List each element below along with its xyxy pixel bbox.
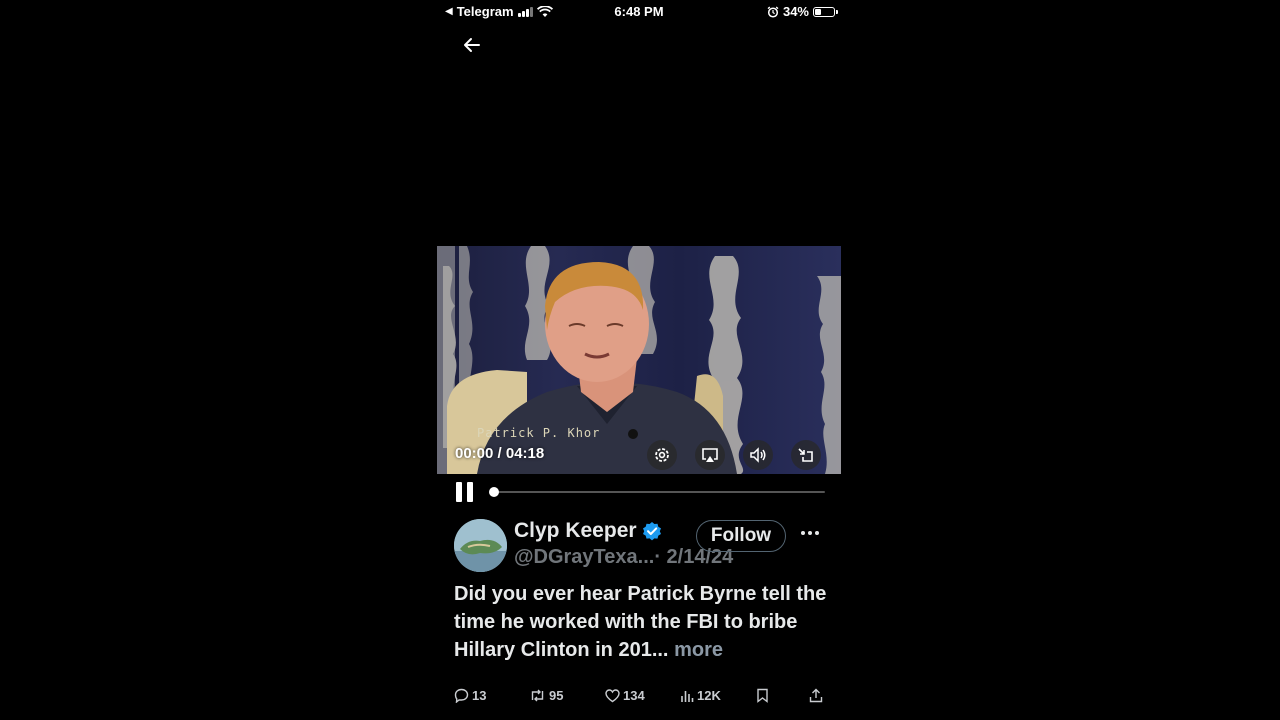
settings-icon [655, 448, 669, 462]
airplay-icon [702, 448, 718, 462]
show-more-link[interactable]: more [674, 639, 723, 661]
video-player[interactable]: Patrick P. Khor 00:00 / 04:18 [437, 246, 841, 474]
settings-button[interactable] [647, 440, 677, 470]
alarm-icon [767, 5, 779, 18]
avatar-image [454, 519, 507, 572]
status-right: 34% [767, 4, 838, 19]
bookmark-button[interactable] [756, 688, 769, 703]
more-dots-icon [801, 531, 819, 535]
avatar[interactable] [454, 519, 507, 572]
phone-screen: ◀ Telegram 6:48 PM 34% Patrick P. Khor 0… [437, 0, 841, 720]
views-chart-icon [681, 690, 694, 702]
tweet-text: Did you ever hear Patrick Byrne tell the… [454, 580, 829, 664]
follow-button[interactable]: Follow [696, 520, 786, 552]
bookmark-icon [757, 688, 768, 703]
tweet-actions: 13 95 134 12K [437, 688, 841, 710]
volume-button[interactable] [743, 440, 773, 470]
heart-icon [605, 688, 620, 702]
fullscreen-exit-icon [798, 448, 813, 462]
share-icon [809, 688, 823, 703]
battery-percent: 34% [782, 4, 809, 19]
battery-icon [813, 6, 838, 17]
verified-badge-icon [642, 522, 661, 541]
progress-track[interactable] [493, 491, 825, 493]
more-options-button[interactable] [797, 522, 823, 544]
progress-knob[interactable] [489, 487, 499, 497]
arrow-left-icon [464, 38, 480, 52]
reply-count: 13 [472, 688, 487, 703]
like-button[interactable]: 134 [605, 688, 645, 703]
display-name[interactable]: Clyp Keeper [514, 519, 637, 543]
author-name-row: Clyp Keeper [514, 519, 662, 543]
repost-button[interactable]: 95 [529, 688, 563, 703]
status-bar: ◀ Telegram 6:48 PM 34% [437, 0, 841, 24]
share-button[interactable] [809, 688, 823, 703]
tweet-body: Did you ever hear Patrick Byrne tell the… [454, 583, 827, 661]
airplay-button[interactable] [695, 440, 725, 470]
reply-icon [454, 688, 469, 703]
battery-fill [815, 8, 821, 15]
repost-count: 95 [549, 688, 564, 703]
back-button[interactable] [459, 32, 485, 58]
handle-row: @DGrayTexa...· 2/14/24 [514, 546, 733, 569]
playback-bar [437, 478, 841, 506]
volume-icon [750, 447, 766, 463]
reply-button[interactable]: 13 [454, 688, 486, 703]
fullscreen-button[interactable] [791, 440, 821, 470]
views-button[interactable]: 12K [680, 688, 721, 703]
video-time: 00:00 / 04:18 [455, 445, 545, 462]
burned-caption: Patrick P. Khor [477, 426, 601, 440]
pause-button[interactable] [455, 482, 475, 502]
views-count: 12K [697, 688, 721, 703]
like-count: 134 [623, 688, 645, 703]
repost-icon [531, 689, 544, 702]
user-handle[interactable]: @DGrayTexa... [514, 546, 654, 568]
